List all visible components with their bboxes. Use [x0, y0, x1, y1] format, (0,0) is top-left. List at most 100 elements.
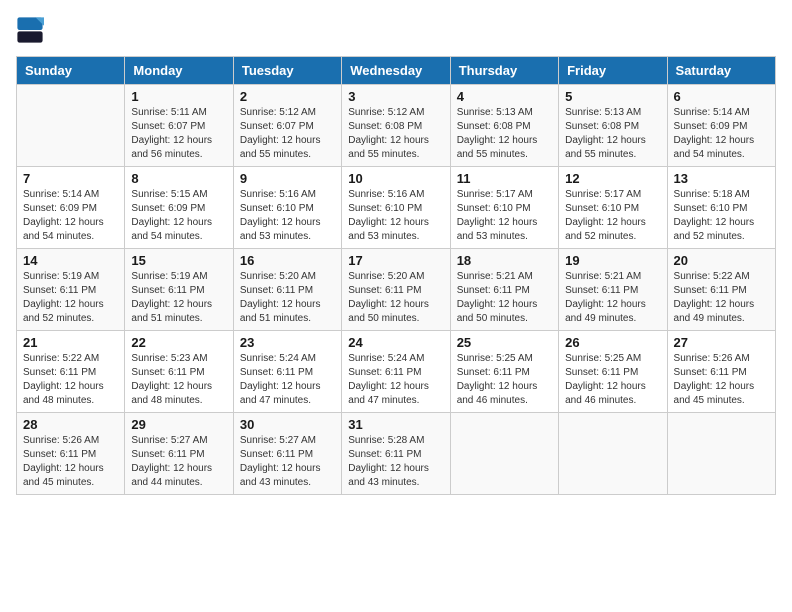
- day-info: Sunrise: 5:13 AM Sunset: 6:08 PM Dayligh…: [457, 106, 552, 162]
- day-info: Sunrise: 5:26 AM Sunset: 6:11 PM Dayligh…: [674, 352, 769, 408]
- day-info: Sunrise: 5:28 AM Sunset: 6:11 PM Dayligh…: [348, 434, 443, 490]
- day-number: 31: [348, 417, 443, 432]
- day-number: 14: [23, 253, 118, 268]
- calendar-cell: 25 Sunrise: 5:25 AM Sunset: 6:11 PM Dayli…: [450, 331, 558, 413]
- calendar-cell: 8Sunrise: 5:15 AM Sunset: 6:09 PM Daylig…: [125, 167, 233, 249]
- page-header: [16, 16, 776, 44]
- day-info: Sunrise: 5:22 AM Sunset: 6:11 PM Dayligh…: [23, 352, 118, 408]
- calendar-cell: [450, 413, 558, 495]
- calendar-cell: 27Sunrise: 5:26 AM Sunset: 6:11 PM Dayli…: [667, 331, 775, 413]
- day-number: 2: [240, 89, 335, 104]
- day-of-week-header: Sunday: [17, 57, 125, 85]
- calendar-week-row: 7 Sunrise: 5:14 AM Sunset: 6:09 PM Daylig…: [17, 167, 776, 249]
- day-number: 12: [565, 171, 660, 186]
- day-number: 24: [348, 335, 443, 350]
- calendar-cell: 12 Sunrise: 5:17 AM Sunset: 6:10 PM Dayli…: [559, 167, 667, 249]
- day-of-week-header: Monday: [125, 57, 233, 85]
- calendar-cell: [559, 413, 667, 495]
- day-number: 17: [348, 253, 443, 268]
- day-info: Sunrise: 5:17 AM Sunset: 6:10 PM Dayligh…: [457, 188, 552, 244]
- calendar-cell: 29 Sunrise: 5:27 AM Sunset: 6:11 PM Dayli…: [125, 413, 233, 495]
- calendar-cell: 23 Sunrise: 5:24 AM Sunset: 6:11 PM Dayli…: [233, 331, 341, 413]
- day-info: Sunrise: 5:20 AM Sunset: 6:11 PM Dayligh…: [348, 270, 443, 326]
- calendar-cell: 1Sunrise: 5:11 AM Sunset: 6:07 PM Daylig…: [125, 85, 233, 167]
- calendar-cell: 18 Sunrise: 5:21 AM Sunset: 6:11 PM Dayli…: [450, 249, 558, 331]
- day-number: 28: [23, 417, 118, 432]
- day-of-week-header: Tuesday: [233, 57, 341, 85]
- calendar-cell: 6 Sunrise: 5:14 AM Sunset: 6:09 PM Daylig…: [667, 85, 775, 167]
- calendar-cell: 13 Sunrise: 5:18 AM Sunset: 6:10 PM Dayli…: [667, 167, 775, 249]
- day-number: 20: [674, 253, 769, 268]
- day-info: Sunrise: 5:19 AM Sunset: 6:11 PM Dayligh…: [131, 270, 226, 326]
- calendar-cell: [17, 85, 125, 167]
- day-info: Sunrise: 5:19 AM Sunset: 6:11 PM Dayligh…: [23, 270, 118, 326]
- day-number: 23: [240, 335, 335, 350]
- day-info: Sunrise: 5:23 AM Sunset: 6:11 PM Dayligh…: [131, 352, 226, 408]
- day-number: 19: [565, 253, 660, 268]
- day-info: Sunrise: 5:17 AM Sunset: 6:10 PM Dayligh…: [565, 188, 660, 244]
- day-of-week-header: Wednesday: [342, 57, 450, 85]
- day-number: 30: [240, 417, 335, 432]
- calendar-week-row: 28 Sunrise: 5:26 AM Sunset: 6:11 PM Dayli…: [17, 413, 776, 495]
- day-info: Sunrise: 5:18 AM Sunset: 6:10 PM Dayligh…: [674, 188, 769, 244]
- day-number: 10: [348, 171, 443, 186]
- calendar-table: SundayMondayTuesdayWednesdayThursdayFrid…: [16, 56, 776, 495]
- day-number: 4: [457, 89, 552, 104]
- day-number: 3: [348, 89, 443, 104]
- calendar-cell: 17 Sunrise: 5:20 AM Sunset: 6:11 PM Dayli…: [342, 249, 450, 331]
- day-number: 11: [457, 171, 552, 186]
- day-info: Sunrise: 5:14 AM Sunset: 6:09 PM Dayligh…: [23, 188, 118, 244]
- calendar-cell: 15Sunrise: 5:19 AM Sunset: 6:11 PM Dayli…: [125, 249, 233, 331]
- day-info: Sunrise: 5:16 AM Sunset: 6:10 PM Dayligh…: [348, 188, 443, 244]
- calendar-cell: 19 Sunrise: 5:21 AM Sunset: 6:11 PM Dayli…: [559, 249, 667, 331]
- day-info: Sunrise: 5:12 AM Sunset: 6:07 PM Dayligh…: [240, 106, 335, 162]
- day-info: Sunrise: 5:21 AM Sunset: 6:11 PM Dayligh…: [457, 270, 552, 326]
- calendar-cell: 9Sunrise: 5:16 AM Sunset: 6:10 PM Daylig…: [233, 167, 341, 249]
- calendar-week-row: 14 Sunrise: 5:19 AM Sunset: 6:11 PM Dayli…: [17, 249, 776, 331]
- logo-icon: [16, 16, 44, 44]
- calendar-cell: 11 Sunrise: 5:17 AM Sunset: 6:10 PM Dayli…: [450, 167, 558, 249]
- day-info: Sunrise: 5:25 AM Sunset: 6:11 PM Dayligh…: [565, 352, 660, 408]
- calendar-cell: 3 Sunrise: 5:12 AM Sunset: 6:08 PM Daylig…: [342, 85, 450, 167]
- day-info: Sunrise: 5:11 AM Sunset: 6:07 PM Dayligh…: [131, 106, 226, 162]
- day-number: 9: [240, 171, 335, 186]
- day-info: Sunrise: 5:21 AM Sunset: 6:11 PM Dayligh…: [565, 270, 660, 326]
- day-number: 13: [674, 171, 769, 186]
- day-info: Sunrise: 5:15 AM Sunset: 6:09 PM Dayligh…: [131, 188, 226, 244]
- day-of-week-header: Saturday: [667, 57, 775, 85]
- day-number: 6: [674, 89, 769, 104]
- day-info: Sunrise: 5:14 AM Sunset: 6:09 PM Dayligh…: [674, 106, 769, 162]
- calendar-cell: 30 Sunrise: 5:27 AM Sunset: 6:11 PM Dayli…: [233, 413, 341, 495]
- day-of-week-header: Thursday: [450, 57, 558, 85]
- calendar-cell: 21Sunrise: 5:22 AM Sunset: 6:11 PM Dayli…: [17, 331, 125, 413]
- calendar-cell: 26 Sunrise: 5:25 AM Sunset: 6:11 PM Dayli…: [559, 331, 667, 413]
- day-number: 25: [457, 335, 552, 350]
- calendar-cell: 31 Sunrise: 5:28 AM Sunset: 6:11 PM Dayli…: [342, 413, 450, 495]
- calendar-cell: 4 Sunrise: 5:13 AM Sunset: 6:08 PM Daylig…: [450, 85, 558, 167]
- day-info: Sunrise: 5:25 AM Sunset: 6:11 PM Dayligh…: [457, 352, 552, 408]
- calendar-cell: 20Sunrise: 5:22 AM Sunset: 6:11 PM Dayli…: [667, 249, 775, 331]
- calendar-cell: [667, 413, 775, 495]
- day-number: 26: [565, 335, 660, 350]
- day-info: Sunrise: 5:12 AM Sunset: 6:08 PM Dayligh…: [348, 106, 443, 162]
- calendar-cell: 14 Sunrise: 5:19 AM Sunset: 6:11 PM Dayli…: [17, 249, 125, 331]
- calendar-week-row: 21Sunrise: 5:22 AM Sunset: 6:11 PM Dayli…: [17, 331, 776, 413]
- calendar-body: 1Sunrise: 5:11 AM Sunset: 6:07 PM Daylig…: [17, 85, 776, 495]
- day-info: Sunrise: 5:27 AM Sunset: 6:11 PM Dayligh…: [131, 434, 226, 490]
- day-number: 29: [131, 417, 226, 432]
- day-info: Sunrise: 5:13 AM Sunset: 6:08 PM Dayligh…: [565, 106, 660, 162]
- day-number: 18: [457, 253, 552, 268]
- day-info: Sunrise: 5:26 AM Sunset: 6:11 PM Dayligh…: [23, 434, 118, 490]
- calendar-cell: 16Sunrise: 5:20 AM Sunset: 6:11 PM Dayli…: [233, 249, 341, 331]
- calendar-cell: 5 Sunrise: 5:13 AM Sunset: 6:08 PM Daylig…: [559, 85, 667, 167]
- day-info: Sunrise: 5:24 AM Sunset: 6:11 PM Dayligh…: [348, 352, 443, 408]
- logo: [16, 16, 46, 44]
- day-info: Sunrise: 5:27 AM Sunset: 6:11 PM Dayligh…: [240, 434, 335, 490]
- calendar-week-row: 1Sunrise: 5:11 AM Sunset: 6:07 PM Daylig…: [17, 85, 776, 167]
- day-number: 7: [23, 171, 118, 186]
- day-number: 5: [565, 89, 660, 104]
- day-of-week-header: Friday: [559, 57, 667, 85]
- day-number: 22: [131, 335, 226, 350]
- day-info: Sunrise: 5:24 AM Sunset: 6:11 PM Dayligh…: [240, 352, 335, 408]
- calendar-cell: 2 Sunrise: 5:12 AM Sunset: 6:07 PM Daylig…: [233, 85, 341, 167]
